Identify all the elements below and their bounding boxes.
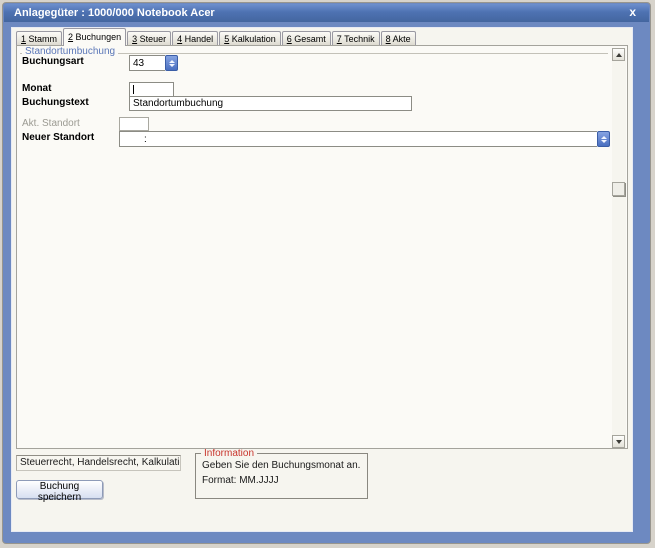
- akt-standort-label: Akt. Standort: [22, 118, 80, 129]
- groupbox-title: Standortumbuchung: [22, 46, 119, 57]
- tab-buchungen[interactable]: 2 Buchungen: [63, 28, 127, 46]
- information-line2: Format: MM.JJJJ: [202, 475, 279, 486]
- information-line1: Geben Sie den Buchungsmonat an.: [202, 460, 361, 471]
- akt-standort-input[interactable]: [119, 117, 149, 131]
- tab-steuer[interactable]: 3 Steuer: [127, 31, 172, 46]
- scrollbar-thumb[interactable]: [612, 182, 625, 196]
- monat-label: Monat: [22, 83, 52, 94]
- close-icon[interactable]: x: [629, 4, 636, 21]
- monat-input[interactable]: [129, 82, 174, 97]
- neuer-standort-value[interactable]: :: [119, 131, 597, 147]
- spin-down-icon: [600, 139, 607, 143]
- information-title: Information: [201, 448, 258, 459]
- tab-technik[interactable]: 7 Technik: [331, 31, 380, 46]
- screen: Anlagegüter : 1000/000 Notebook Acer x 1…: [0, 0, 655, 548]
- spin-down-icon: [168, 63, 175, 67]
- tab-kalkulation[interactable]: 5 Kalkulation: [219, 31, 281, 46]
- buchungsart-value[interactable]: 43: [129, 55, 165, 71]
- scroll-up-button[interactable]: [612, 48, 625, 61]
- neuer-standort-label: Neuer Standort: [22, 132, 95, 143]
- neuer-standort-combo[interactable]: :: [119, 131, 610, 147]
- arrow-up-icon: [615, 52, 622, 57]
- buchungstext-input[interactable]: [129, 96, 412, 111]
- buchungsart-combo[interactable]: 43: [129, 55, 178, 71]
- tab-stamm[interactable]: 1 Stamm: [16, 31, 63, 46]
- save-booking-button[interactable]: Buchung speichern: [16, 480, 103, 503]
- buchungsart-label: Buchungsart: [22, 56, 84, 67]
- scroll-down-button[interactable]: [612, 435, 625, 448]
- information-groupbox: Information Geben Sie den Buchungsmonat …: [195, 448, 368, 499]
- tab-panel-buchungen: Standortumbuchung Buchungsart 43 Monat B…: [16, 45, 628, 449]
- spin-up-icon: [600, 135, 607, 139]
- buchungsart-spinner-icon[interactable]: [165, 55, 178, 71]
- neuer-standort-spinner-icon[interactable]: [597, 131, 610, 147]
- scrollbar-track[interactable]: [612, 48, 626, 448]
- titlebar[interactable]: Anlagegüter : 1000/000 Notebook Acer x: [4, 4, 649, 22]
- arrow-down-icon: [615, 439, 622, 444]
- rights-readout: Steuerrecht, Handelsrecht, Kalkulation: [16, 455, 181, 471]
- tab-handel[interactable]: 4 Handel: [172, 31, 219, 46]
- tab-gesamt[interactable]: 6 Gesamt: [281, 31, 331, 46]
- app-window: Anlagegüter : 1000/000 Notebook Acer x 1…: [2, 2, 651, 544]
- spin-up-icon: [168, 59, 175, 63]
- dialog-body: 1 Stamm 2 Buchungen 3 Steuer 4 Handel 5 …: [11, 27, 633, 532]
- buchungstext-label: Buchungstext: [22, 97, 89, 108]
- text-caret: [133, 85, 134, 94]
- tab-bar: 1 Stamm 2 Buchungen 3 Steuer 4 Handel 5 …: [16, 28, 417, 46]
- tab-akte[interactable]: 8 Akte: [380, 31, 416, 46]
- window-title: Anlagegüter : 1000/000 Notebook Acer: [14, 7, 215, 19]
